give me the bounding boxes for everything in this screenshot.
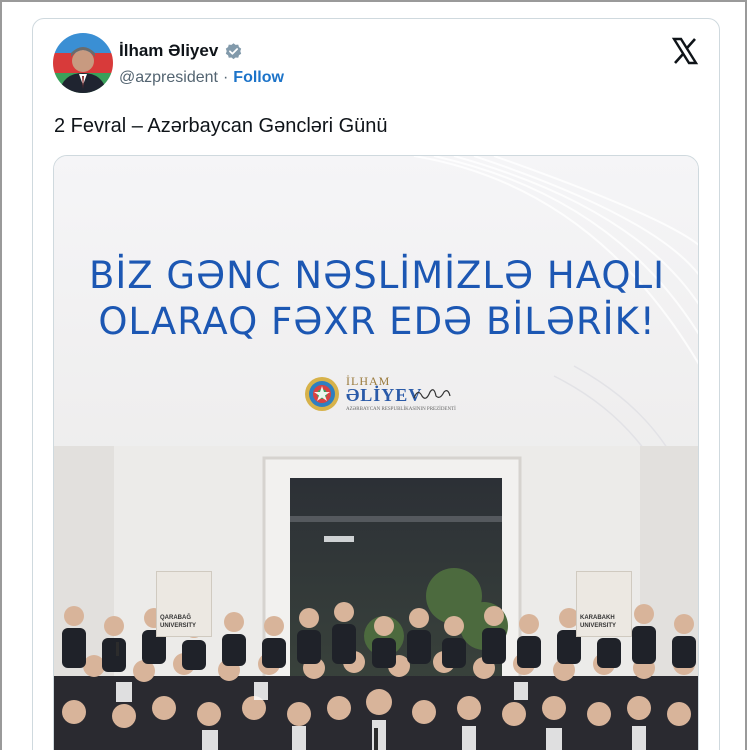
tweet-media-image[interactable]: QARABAĞ UNIVERSITY KARABAKH UNIVERSITY B… (53, 155, 699, 750)
plaque-left: QARABAĞ UNIVERSITY (156, 571, 212, 637)
window-frame-top (0, 0, 747, 2)
window-frame-left (0, 0, 2, 750)
user-name[interactable]: İlham Əliyev (119, 41, 243, 61)
plaque-right: KARABAKH UNIVERSITY (576, 571, 632, 637)
follow-button[interactable]: Follow (233, 69, 284, 87)
azerbaijan-emblem-icon (305, 377, 339, 411)
plaque-left-text: QARABAĞ UNIVERSITY (160, 615, 197, 629)
user-name-text[interactable]: İlham Əliyev (119, 41, 218, 61)
signature-icon (413, 389, 451, 399)
logo-name-bottom: ƏLİYEV (346, 385, 423, 405)
media-background (54, 156, 698, 750)
media-headline-line1: BİZ GƏNC NƏSLİMİZLƏ HAQLI (88, 254, 666, 297)
user-handle[interactable]: @azpresident (119, 69, 218, 87)
avatar[interactable] (53, 33, 113, 93)
tweet-text: 2 Fevral – Azərbaycan Gəncləri Günü (54, 115, 388, 137)
media-headline-line2: OLARAQ FƏXR EDƏ BİLƏRİK! (98, 300, 656, 343)
handle-row: @azpresident · Follow (119, 69, 284, 87)
logo-subtitle: AZƏRBAYCAN RESPUBLİKASININ PREZİDENTİ (346, 407, 456, 412)
plaque-right-text: KARABAKH UNIVERSITY (580, 615, 617, 629)
verified-badge-icon (224, 42, 243, 61)
handle-separator: · (222, 69, 229, 86)
tweet-card[interactable]: İlham Əliyev @azpresident · Follow 2 Fev… (32, 18, 720, 750)
president-logo: İLHAM ƏLİYEV AZƏRBAYCAN RESPUBLİKASININ … (304, 374, 456, 418)
x-logo-icon[interactable] (671, 37, 699, 65)
